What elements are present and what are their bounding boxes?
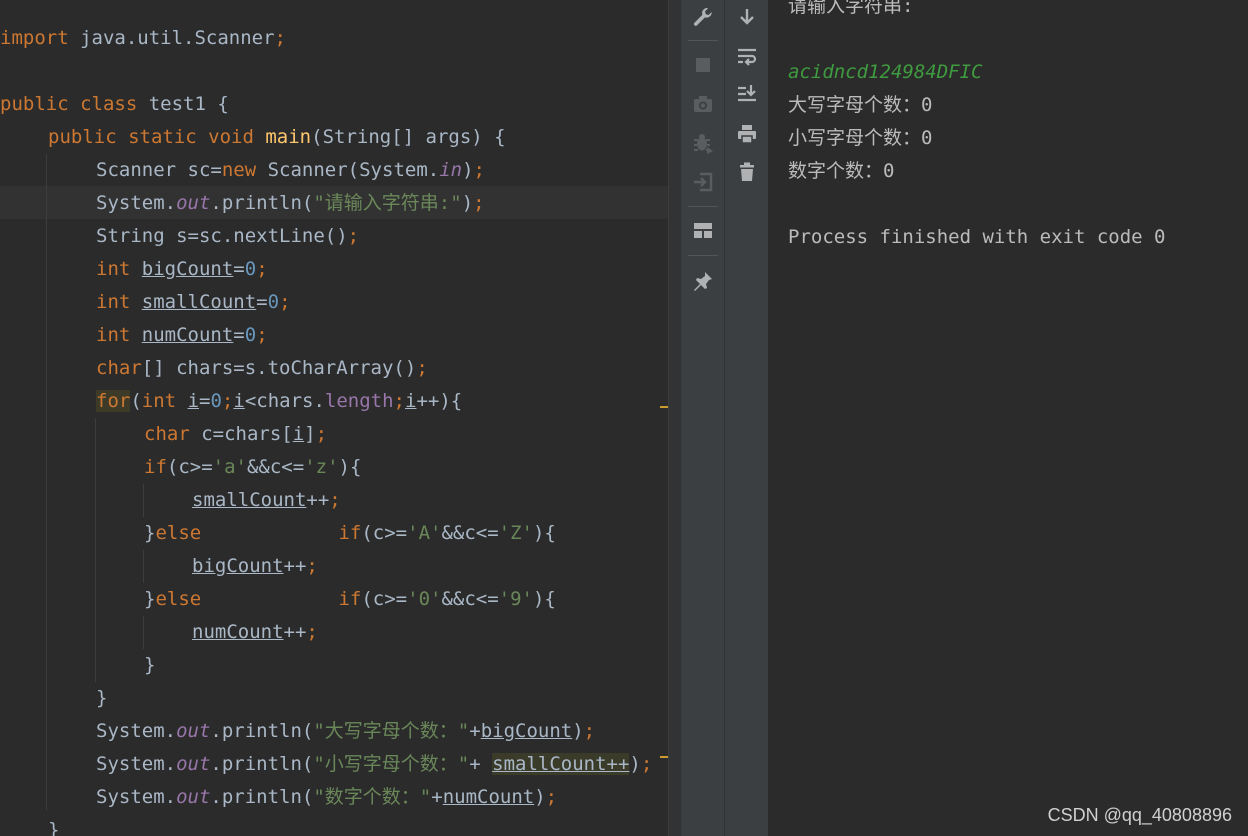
warning-stripe[interactable]: [660, 406, 668, 408]
code-line-bigcount[interactable]: int bigCount=0;: [96, 253, 268, 286]
indent-guide: [46, 154, 47, 810]
pin-icon[interactable]: [690, 268, 716, 294]
code-line-prompt-print[interactable]: System.out.println("请输入字符串:");: [96, 187, 485, 220]
code-line-for[interactable]: for(int i=0;i<chars.length;i++){: [96, 385, 462, 418]
trash-icon[interactable]: [734, 159, 760, 185]
console-user-input: acidncd124984DFIC: [788, 61, 983, 83]
code-line-else-digit[interactable]: }else if(c>='0'&&c<='9'){: [144, 583, 556, 616]
console-prompt: 请输入字符串:: [788, 0, 914, 17]
code-line-class-decl[interactable]: public class test1 {: [0, 88, 229, 121]
code-line-char-c[interactable]: char c=chars[i];: [144, 418, 327, 451]
stop-icon[interactable]: [690, 52, 716, 78]
editor-splitter[interactable]: [668, 0, 682, 836]
soft-wrap-icon[interactable]: [734, 44, 760, 70]
login-exit-icon[interactable]: [690, 169, 716, 195]
indent-guide: [143, 550, 144, 583]
code-line-close-main[interactable]: }: [48, 814, 59, 836]
code-line-big-inc[interactable]: bigCount++;: [192, 550, 318, 583]
toolbar-separator: [688, 206, 718, 207]
run-toolbar-right: [724, 0, 768, 836]
code-line-if-lower[interactable]: if(c>='a'&&c<='z'){: [144, 451, 361, 484]
console-lower-count: 小写字母个数：0: [788, 127, 933, 149]
arrow-down-icon[interactable]: [734, 4, 760, 30]
code-line-small-inc[interactable]: smallCount++;: [192, 484, 341, 517]
code-line-smallcount[interactable]: int smallCount=0;: [96, 286, 291, 319]
run-console[interactable]: 请输入字符串: acidncd124984DFIC 大写字母个数：0 小写字母个…: [768, 0, 1248, 836]
code-line-scanner[interactable]: Scanner sc=new Scanner(System.in);: [96, 154, 485, 187]
indent-guide: [143, 616, 144, 649]
watermark: CSDN @qq_40808896: [1047, 805, 1232, 825]
code-line-import[interactable]: import java.util.Scanner;: [0, 22, 286, 55]
code-line-else-upper[interactable]: }else if(c>='A'&&c<='Z'){: [144, 517, 556, 550]
code-line-main-decl[interactable]: public static void main(String[] args) {: [48, 121, 506, 154]
console-exit-message: Process finished with exit code 0: [788, 226, 1166, 248]
camera-icon[interactable]: [690, 91, 716, 117]
scroll-to-end-icon[interactable]: [734, 81, 760, 107]
toolbar-separator: [688, 40, 718, 41]
code-line-print-lower[interactable]: System.out.println("小写字母个数："+ smallCount…: [96, 748, 652, 781]
code-line-numcount[interactable]: int numCount=0;: [96, 319, 268, 352]
debug-bug-icon[interactable]: [690, 130, 716, 156]
run-toolbar-left: [682, 0, 724, 836]
indent-guide: [143, 484, 144, 517]
warning-stripe[interactable]: [660, 756, 668, 758]
print-icon[interactable]: [734, 121, 760, 147]
wrench-icon[interactable]: [690, 4, 716, 30]
code-line-readline[interactable]: String s=sc.nextLine();: [96, 220, 359, 253]
layout-icon[interactable]: [690, 218, 716, 244]
code-line-chars[interactable]: char[] chars=s.toCharArray();: [96, 352, 428, 385]
toolbar-separator: [688, 255, 718, 256]
code-line-num-inc[interactable]: numCount++;: [192, 616, 318, 649]
code-line-close-if[interactable]: }: [144, 649, 155, 682]
console-digit-count: 数字个数：0: [788, 160, 895, 182]
console-upper-count: 大写字母个数：0: [788, 94, 933, 116]
code-line-print-digit[interactable]: System.out.println("数字个数："+numCount);: [96, 781, 557, 814]
code-line-close-for[interactable]: }: [96, 682, 107, 715]
indent-guide: [95, 418, 96, 682]
code-editor[interactable]: import java.util.Scanner; public class t…: [0, 0, 668, 836]
code-line-print-upper[interactable]: System.out.println("大写字母个数："+bigCount);: [96, 715, 595, 748]
